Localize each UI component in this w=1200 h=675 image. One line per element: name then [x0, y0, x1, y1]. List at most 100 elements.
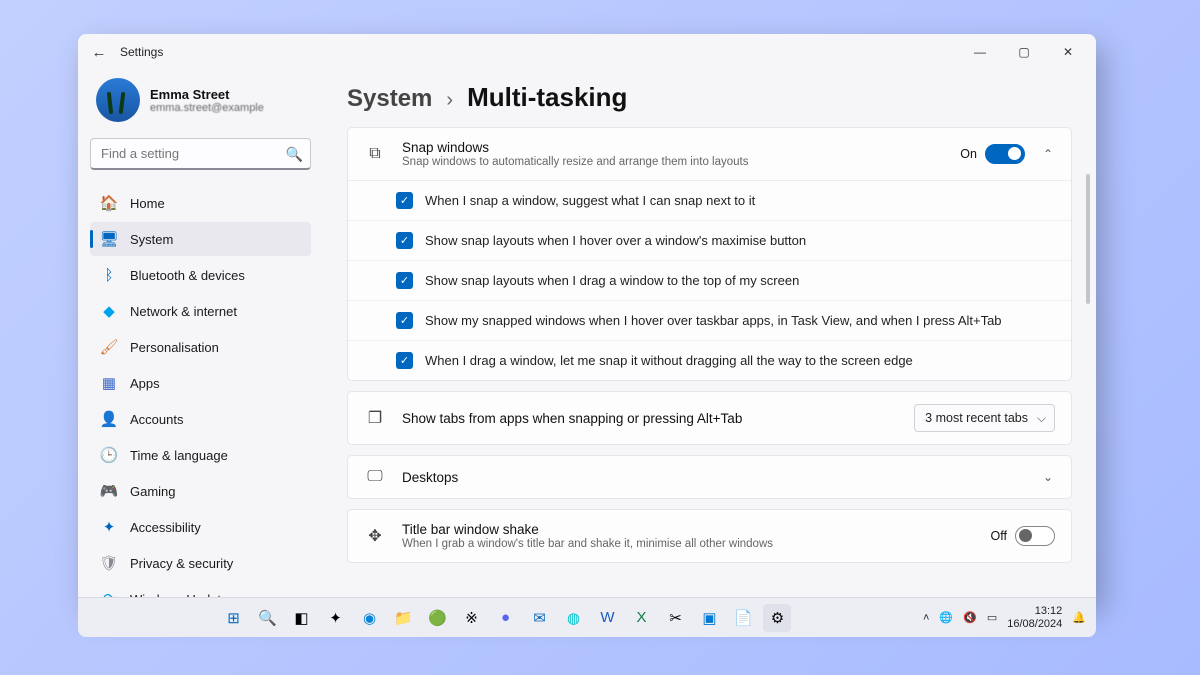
slack-icon[interactable]: ※	[457, 604, 485, 632]
snap-option[interactable]: ✓ When I drag a window, let me snap it wi…	[348, 340, 1071, 380]
sidebar-item-bluetooth[interactable]: ᛒBluetooth & devices	[90, 258, 311, 292]
sidebar-item-label: Accessibility	[130, 520, 201, 535]
checkbox-checked-icon[interactable]: ✓	[396, 272, 413, 289]
snip-icon[interactable]: ✂	[661, 604, 689, 632]
photos-icon[interactable]: ▣	[695, 604, 723, 632]
sidebar-item-accounts[interactable]: 👤Accounts	[90, 402, 311, 436]
sidebar-item-label: Personalisation	[130, 340, 219, 355]
close-button[interactable]: ✕	[1046, 37, 1090, 67]
shake-row[interactable]: ✥ Title bar window shake When I grab a w…	[348, 510, 1071, 562]
network-icon: ◆	[100, 302, 118, 320]
sidebar-item-home[interactable]: 🏠Home	[90, 186, 311, 220]
minimize-button[interactable]: —	[958, 37, 1002, 67]
snap-option[interactable]: ✓ Show my snapped windows when I hover ov…	[348, 300, 1071, 340]
shake-title: Title bar window shake	[402, 522, 975, 537]
personalisation-icon: 🖌	[100, 338, 118, 356]
chevron-right-icon: ›	[446, 89, 453, 112]
sidebar-item-system[interactable]: 🖥System	[90, 222, 311, 256]
sidebar-item-label: Accounts	[130, 412, 183, 427]
excel-icon[interactable]: X	[627, 604, 655, 632]
chevron-down-icon[interactable]: ⌄	[1041, 470, 1055, 484]
avatar	[96, 78, 140, 122]
discord-icon[interactable]: ●	[491, 604, 519, 632]
snap-subtitle: Snap windows to automatically resize and…	[402, 156, 944, 168]
search-icon: 🔍	[286, 146, 303, 163]
sidebar-item-gaming[interactable]: 🎮Gaming	[90, 474, 311, 508]
network-icon[interactable]: 🌐	[939, 611, 953, 624]
settings-task-icon[interactable]: ⚙	[763, 604, 791, 632]
sidebar-item-apps[interactable]: ▦Apps	[90, 366, 311, 400]
sidebar-item-label: Time & language	[130, 448, 228, 463]
checkbox-checked-icon[interactable]: ✓	[396, 192, 413, 209]
system-tray[interactable]: ˄ 🌐 🔇 ▭ 13:12 16/08/2024 🔔	[923, 605, 1086, 629]
battery-icon[interactable]: ▭	[987, 611, 997, 624]
task-view-icon[interactable]: ◧	[287, 604, 315, 632]
checkbox-checked-icon[interactable]: ✓	[396, 352, 413, 369]
clock[interactable]: 13:12 16/08/2024	[1007, 605, 1062, 629]
sidebar-item-label: Network & internet	[130, 304, 237, 319]
snap-windows-card: ⧉ Snap windows Snap windows to automatic…	[347, 127, 1072, 381]
sidebar-item-personalisation[interactable]: 🖌 Personalisation	[90, 330, 311, 364]
user-card[interactable]: Emma Street emma.street@example	[90, 70, 311, 128]
snap-toggle[interactable]	[985, 144, 1025, 164]
settings-window: ← Settings — ▢ ✕ Emma Street emma.street…	[78, 34, 1096, 603]
alttab-row[interactable]: ❐ Show tabs from apps when snapping or p…	[348, 392, 1071, 444]
snap-option-label: Show my snapped windows when I hover ove…	[425, 313, 1002, 328]
snap-option[interactable]: ✓Show snap layouts when I hover over a w…	[348, 220, 1071, 260]
snap-option[interactable]: ✓When I snap a window, suggest what I ca…	[348, 181, 1071, 220]
scrollbar[interactable]	[1086, 114, 1090, 543]
time-icon: 🕒	[100, 446, 118, 464]
tabs-icon: ❐	[364, 408, 386, 428]
start-button[interactable]: ⊞	[219, 604, 247, 632]
word-icon[interactable]: W	[593, 604, 621, 632]
desktops-row[interactable]: 🖵 Desktops ⌄	[348, 456, 1071, 498]
checkbox-checked-icon[interactable]: ✓	[396, 312, 413, 329]
chrome-icon[interactable]: 🟢	[423, 604, 451, 632]
snap-option-label: When I drag a window, let me snap it wit…	[425, 353, 913, 368]
shake-icon: ✥	[364, 526, 386, 546]
back-button[interactable]: ←	[84, 44, 114, 61]
edge-icon[interactable]: ◉	[355, 604, 383, 632]
toggle-label: On	[960, 147, 977, 161]
shake-card: ✥ Title bar window shake When I grab a w…	[347, 509, 1072, 563]
notepad-icon[interactable]: 📄	[729, 604, 757, 632]
privacy-icon: 🛡	[100, 554, 118, 572]
sidebar-item-privacy[interactable]: 🛡Privacy & security	[90, 546, 311, 580]
accessibility-icon: ✦	[100, 518, 118, 536]
snap-options-list: ✓When I snap a window, suggest what I ca…	[348, 180, 1071, 380]
sidebar: Emma Street emma.street@example 🔍 🏠Home🖥…	[78, 70, 323, 603]
checkbox-checked-icon[interactable]: ✓	[396, 232, 413, 249]
outlook-icon[interactable]: ✉	[525, 604, 553, 632]
search-box[interactable]: 🔍	[90, 138, 311, 170]
sidebar-item-network[interactable]: ◆ Network & internet	[90, 294, 311, 328]
app-title: Settings	[120, 45, 163, 59]
tray-chevron-icon[interactable]: ˄	[923, 612, 929, 624]
titlebar: ← Settings — ▢ ✕	[78, 34, 1096, 70]
alttab-title: Show tabs from apps when snapping or pre…	[402, 411, 898, 426]
canva-icon[interactable]: ◍	[559, 604, 587, 632]
breadcrumb-leaf: Multi-tasking	[467, 82, 627, 113]
explorer-icon[interactable]: 📁	[389, 604, 417, 632]
maximize-button[interactable]: ▢	[1002, 37, 1046, 67]
alttab-select[interactable]: 3 most recent tabs	[914, 404, 1055, 432]
sidebar-item-accessibility[interactable]: ✦ Accessibility	[90, 510, 311, 544]
snap-windows-header[interactable]: ⧉ Snap windows Snap windows to automatic…	[348, 128, 1071, 180]
chevron-up-icon[interactable]: ⌃	[1041, 147, 1055, 161]
search-task-icon[interactable]: 🔍	[253, 604, 281, 632]
copilot-icon[interactable]: ✦	[321, 604, 349, 632]
sidebar-item-time[interactable]: 🕒 Time & language	[90, 438, 311, 472]
sidebar-item-label: Bluetooth & devices	[130, 268, 245, 283]
shake-toggle[interactable]	[1015, 526, 1055, 546]
main-pane: System › Multi-tasking ⧉ Snap windows Sn…	[323, 70, 1096, 603]
snap-layouts-icon: ⧉	[364, 145, 386, 163]
snap-option[interactable]: ✓Show snap layouts when I drag a window …	[348, 260, 1071, 300]
toggle-label: Off	[991, 529, 1007, 543]
volume-icon[interactable]: 🔇	[963, 611, 977, 624]
taskbar-apps: ⊞ 🔍 ◧ ✦ ◉ 📁 🟢 ※ ● ✉ ◍ W X ✂ ▣ 📄 ⚙	[88, 604, 923, 632]
search-input[interactable]	[90, 138, 311, 170]
breadcrumb-parent[interactable]: System	[347, 85, 432, 113]
notifications-icon[interactable]: 🔔	[1072, 611, 1086, 624]
clock-date: 16/08/2024	[1007, 618, 1062, 630]
taskbar: ⊞ 🔍 ◧ ✦ ◉ 📁 🟢 ※ ● ✉ ◍ W X ✂ ▣ 📄 ⚙ ˄ 🌐 🔇 …	[78, 597, 1096, 637]
alttab-card: ❐ Show tabs from apps when snapping or p…	[347, 391, 1072, 445]
